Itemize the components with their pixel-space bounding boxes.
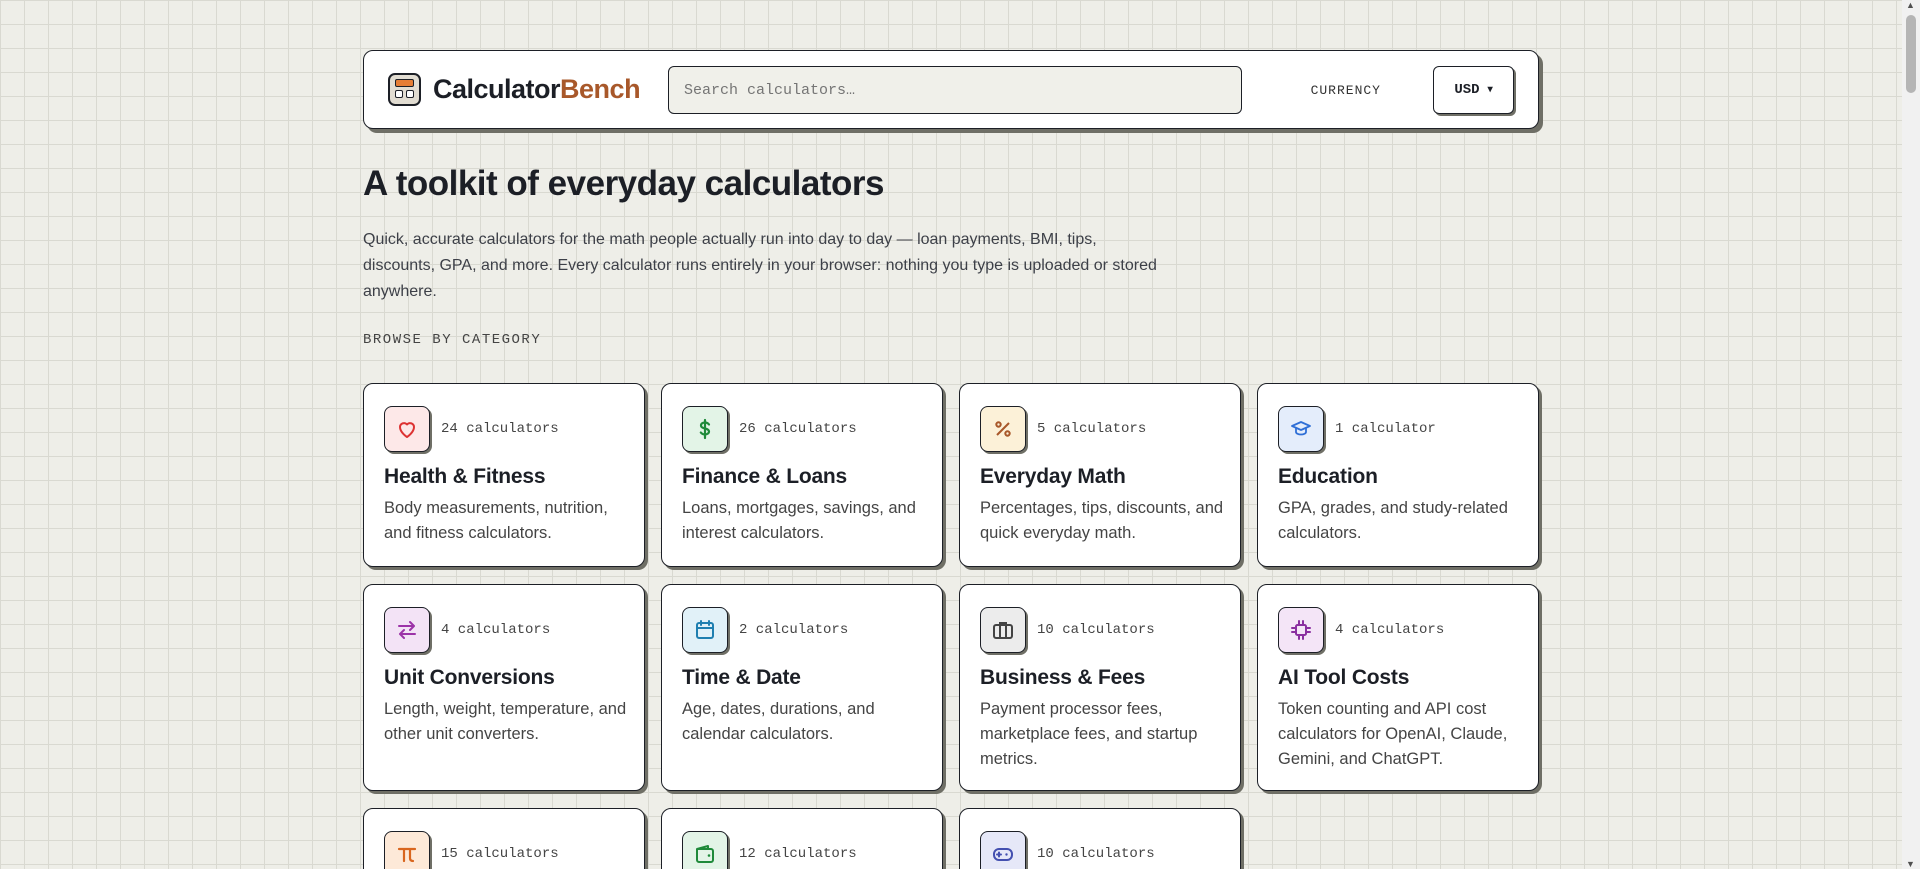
category-description: GPA, grades, and study-related calculato… bbox=[1278, 499, 1508, 542]
category-count: 2 calculators bbox=[739, 622, 849, 638]
category-description: Loans, mortgages, savings, and interest … bbox=[682, 499, 916, 542]
category-card[interactable]: 24 calculators Health & Fitness Body measu… bbox=[363, 383, 645, 567]
category-count: 4 calculators bbox=[1335, 622, 1445, 638]
category-count: 12 calculators bbox=[739, 846, 857, 862]
pi-icon bbox=[384, 831, 430, 869]
calculator-logo-icon[interactable] bbox=[388, 73, 421, 106]
category-card[interactable]: 10 calculators Business & Fees Payment pro… bbox=[959, 584, 1241, 791]
swap-arrows-icon bbox=[384, 607, 430, 653]
category-title: Business & Fees bbox=[980, 666, 1146, 689]
scrollbar-thumb[interactable] bbox=[1906, 15, 1916, 93]
category-card[interactable]: 4 calculators Unit Conversions Length, wei… bbox=[363, 584, 645, 791]
currency-label: CURRENCY bbox=[1310, 83, 1381, 98]
briefcase-icon bbox=[980, 607, 1026, 653]
category-description: Token counting and API cost calculators … bbox=[1278, 700, 1508, 768]
brand-logo[interactable]: CalculatorBench bbox=[433, 74, 641, 105]
page: CalculatorBench CURRENCY USD ▾ A toolkit… bbox=[363, 50, 1539, 869]
category-card[interactable]: 4 calculators AI Tool Costs Token counting… bbox=[1257, 584, 1539, 791]
category-card[interactable]: 1 calculator Education GPA, grades, and st… bbox=[1257, 383, 1539, 567]
category-card[interactable]: 5 calculators Everyday Math Percentages, t… bbox=[959, 383, 1241, 567]
brand-name-part2: Bench bbox=[560, 74, 641, 104]
search-input[interactable] bbox=[668, 66, 1242, 114]
category-count: 1 calculator bbox=[1335, 421, 1436, 437]
page-title: A toolkit of everyday calculators bbox=[363, 164, 885, 203]
category-title: Education bbox=[1278, 465, 1378, 488]
percent-icon bbox=[980, 406, 1026, 452]
category-count: 5 calculators bbox=[1037, 421, 1147, 437]
chip-icon bbox=[1278, 607, 1324, 653]
calendar-icon bbox=[682, 607, 728, 653]
category-description: Payment processor fees, marketplace fees… bbox=[980, 700, 1198, 768]
category-title: Everyday Math bbox=[980, 465, 1126, 488]
category-card[interactable]: 15 calculators bbox=[363, 808, 645, 869]
category-title: Time & Date bbox=[682, 666, 801, 689]
category-card[interactable]: 26 calculators Finance & Loans Loans, mort… bbox=[661, 383, 943, 567]
category-count: 10 calculators bbox=[1037, 622, 1155, 638]
scrollbar[interactable]: ▲ ▼ bbox=[1902, 0, 1920, 869]
gamepad-icon bbox=[980, 831, 1026, 869]
category-description: Age, dates, durations, and calendar calc… bbox=[682, 700, 875, 743]
intro-text: Quick, accurate calculators for the math… bbox=[363, 231, 1157, 300]
category-count: 4 calculators bbox=[441, 622, 551, 638]
scroll-up-icon[interactable]: ▲ bbox=[1906, 0, 1915, 10]
chevron-down-icon: ▾ bbox=[1487, 85, 1493, 96]
category-count: 24 calculators bbox=[441, 421, 559, 437]
dollar-icon bbox=[682, 406, 728, 452]
site-header: CalculatorBench CURRENCY USD ▾ bbox=[363, 50, 1539, 129]
brand-name-part1: Calculator bbox=[433, 74, 561, 104]
wallet-icon bbox=[682, 831, 728, 869]
category-card[interactable]: 2 calculators Time & Date Age, dates, dura… bbox=[661, 584, 943, 791]
category-description: Length, weight, temperature, and other u… bbox=[384, 700, 627, 743]
category-description: Body measurements, nutrition, and fitnes… bbox=[384, 499, 608, 542]
heart-icon bbox=[384, 406, 430, 452]
category-card[interactable]: 12 calculators bbox=[661, 808, 943, 869]
category-title: Health & Fitness bbox=[384, 465, 546, 488]
currency-value: USD bbox=[1454, 82, 1480, 98]
scroll-down-icon[interactable]: ▼ bbox=[1906, 859, 1915, 869]
category-count: 15 calculators bbox=[441, 846, 559, 862]
category-description: Percentages, tips, discounts, and quick … bbox=[980, 499, 1224, 542]
category-count: 10 calculators bbox=[1037, 846, 1155, 862]
category-title: Unit Conversions bbox=[384, 666, 555, 689]
browse-by-category-heading: BROWSE BY CATEGORY bbox=[363, 332, 542, 348]
graduation-cap-icon bbox=[1278, 406, 1324, 452]
category-title: Finance & Loans bbox=[682, 465, 848, 488]
currency-select[interactable]: USD ▾ bbox=[1433, 66, 1514, 114]
category-card[interactable]: 10 calculators bbox=[959, 808, 1241, 869]
category-count: 26 calculators bbox=[739, 421, 857, 437]
category-title: AI Tool Costs bbox=[1278, 666, 1410, 689]
